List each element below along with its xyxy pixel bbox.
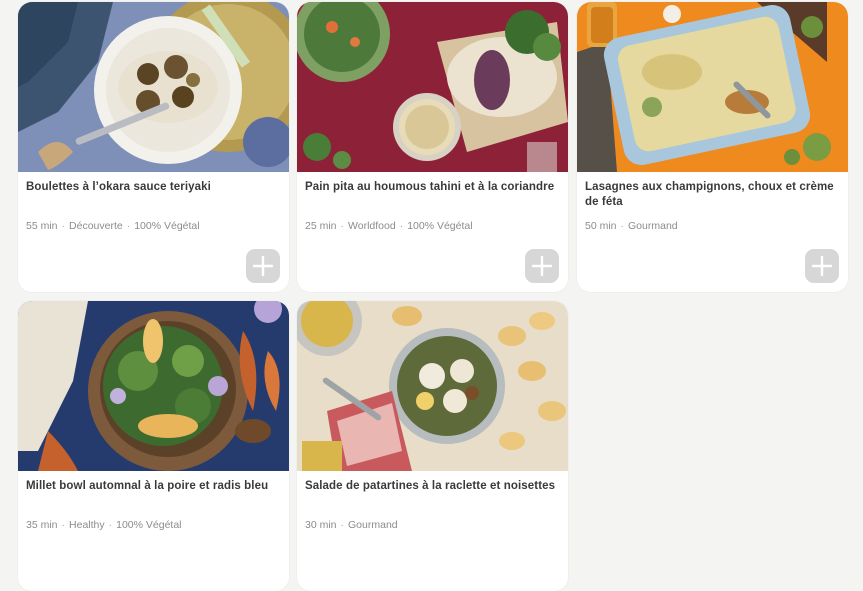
recipe-image[interactable]: [297, 2, 568, 172]
recipe-category: Découverte: [69, 220, 123, 232]
cook-time: 50 min: [585, 220, 617, 232]
recipe-meta: 35 min · Healthy · 100% Végétal: [26, 519, 182, 531]
recipe-meta: 25 min · Worldfood · 100% Végétal: [305, 220, 473, 232]
cook-time: 30 min: [305, 519, 337, 531]
recipe-image[interactable]: [577, 2, 848, 172]
recipe-image[interactable]: [18, 2, 289, 172]
meta-separator: ·: [620, 220, 625, 232]
meta-separator: ·: [108, 519, 113, 531]
recipe-meta: 50 min · Gourmand: [585, 220, 678, 232]
recipe-card[interactable]: Boulettes à l’okara sauce teriyaki 55 mi…: [18, 2, 289, 292]
recipe-title[interactable]: Boulettes à l’okara sauce teriyaki: [26, 180, 278, 195]
cook-time: 35 min: [26, 519, 58, 531]
meta-separator: ·: [399, 220, 404, 232]
recipe-category: Gourmand: [628, 220, 678, 232]
recipe-tag: 100% Végétal: [407, 220, 473, 232]
recipe-image[interactable]: [18, 301, 289, 471]
meta-separator: ·: [126, 220, 131, 232]
recipe-card[interactable]: Pain pita au houmous tahini et à la cori…: [297, 2, 568, 292]
cook-time: 25 min: [305, 220, 337, 232]
recipe-tag: 100% Végétal: [116, 519, 182, 531]
recipe-tag: 100% Végétal: [134, 220, 200, 232]
recipe-image[interactable]: [297, 301, 568, 471]
meta-separator: ·: [61, 519, 66, 531]
recipe-category: Gourmand: [348, 519, 398, 531]
plus-icon: [252, 255, 274, 277]
recipe-title[interactable]: Salade de patartines à la raclette et no…: [305, 479, 557, 494]
recipe-meta: 55 min · Découverte · 100% Végétal: [26, 220, 200, 232]
meta-separator: ·: [340, 519, 345, 531]
recipe-card[interactable]: Salade de patartines à la raclette et no…: [297, 301, 568, 591]
recipe-card[interactable]: Lasagnes aux champignons, choux et crème…: [577, 2, 848, 292]
recipe-title[interactable]: Pain pita au houmous tahini et à la cori…: [305, 180, 557, 195]
recipe-card[interactable]: Millet bowl automnal à la poire et radis…: [18, 301, 289, 591]
plus-icon: [811, 255, 833, 277]
meta-separator: ·: [61, 220, 66, 232]
recipe-meta: 30 min · Gourmand: [305, 519, 398, 531]
add-recipe-button[interactable]: [525, 249, 559, 283]
recipe-category: Worldfood: [348, 220, 396, 232]
recipe-title[interactable]: Lasagnes aux champignons, choux et crème…: [585, 180, 837, 210]
recipe-title[interactable]: Millet bowl automnal à la poire et radis…: [26, 479, 278, 494]
meta-separator: ·: [340, 220, 345, 232]
cook-time: 55 min: [26, 220, 58, 232]
add-recipe-button[interactable]: [805, 249, 839, 283]
plus-icon: [531, 255, 553, 277]
recipe-category: Healthy: [69, 519, 105, 531]
add-recipe-button[interactable]: [246, 249, 280, 283]
